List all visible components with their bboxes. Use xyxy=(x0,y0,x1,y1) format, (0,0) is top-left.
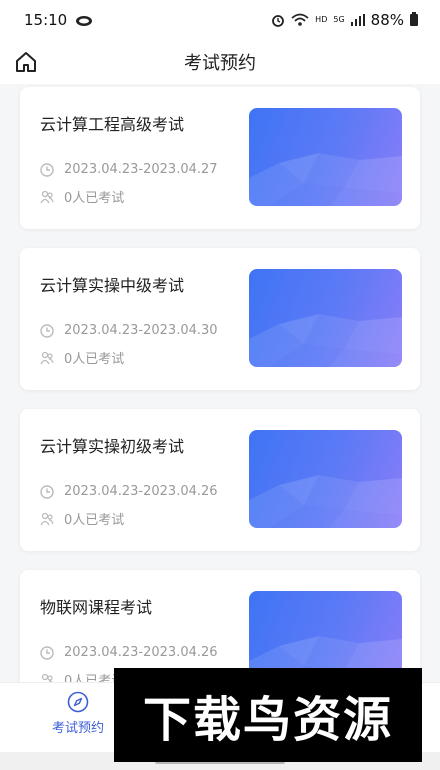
exam-date-row: 2023.04.23-2023.04.27 xyxy=(40,162,218,177)
5g-label: 5G xyxy=(333,15,345,24)
exam-date-range: 2023.04.23-2023.04.26 xyxy=(64,484,218,499)
status-right: HD 5G 88% xyxy=(271,11,418,29)
exam-title: 物联网课程考试 xyxy=(40,598,153,617)
users-icon xyxy=(40,351,54,364)
exam-thumbnail xyxy=(249,108,402,206)
exam-date-row: 2023.04.23-2023.04.30 xyxy=(40,323,218,338)
exam-count-row: 0人已考试 xyxy=(40,348,124,367)
hd-label: HD xyxy=(315,15,328,24)
exam-title: 云计算工程高级考试 xyxy=(40,115,185,134)
wifi-icon xyxy=(291,13,309,26)
exam-count-row: 0人已考试 xyxy=(40,670,124,682)
clock-icon xyxy=(40,484,54,499)
page-title: 考试预约 xyxy=(184,53,256,74)
exam-count: 0人已考试 xyxy=(64,352,125,367)
exam-thumbnail xyxy=(249,430,402,528)
exam-card[interactable]: 云计算实操初级考试 2023.04.23-2023.04.26 0人已考试 xyxy=(20,409,420,551)
exam-count-row: 0人已考试 xyxy=(40,187,124,206)
watermark-text: 下载鸟资源 xyxy=(142,692,393,748)
clock-icon xyxy=(40,162,54,177)
alarm-icon xyxy=(272,15,285,27)
tab-label: 考试预约 xyxy=(51,721,104,736)
header: 考试预约 xyxy=(0,40,440,84)
exam-card[interactable]: 云计算工程高级考试 2023.04.23-2023.04.27 0人已考试 xyxy=(20,87,420,229)
clock-icon xyxy=(40,645,54,660)
users-icon xyxy=(40,512,54,525)
exam-count: 0人已考试 xyxy=(64,191,125,206)
home-icon[interactable] xyxy=(14,50,38,74)
cloud-icon xyxy=(76,16,93,26)
battery-icon xyxy=(410,12,418,26)
exam-date-range: 2023.04.23-2023.04.27 xyxy=(64,162,218,177)
polygon-pattern-icon xyxy=(249,475,402,528)
polygon-pattern-icon xyxy=(249,153,402,206)
exam-card[interactable]: 物联网课程考试 2023.04.23-2023.04.26 0人已考试 xyxy=(20,570,420,682)
signal-icon xyxy=(350,14,365,26)
exam-date-range: 2023.04.23-2023.04.30 xyxy=(64,323,218,338)
status-left: 15:10 xyxy=(24,11,93,29)
exam-title: 云计算实操中级考试 xyxy=(40,276,185,295)
watermark-banner: 下载鸟资源 xyxy=(114,668,422,762)
exam-date-row: 2023.04.23-2023.04.26 xyxy=(40,645,218,660)
exam-count-row: 0人已考试 xyxy=(40,509,124,528)
battery-percent: 88% xyxy=(370,11,404,29)
exam-date-row: 2023.04.23-2023.04.26 xyxy=(40,484,218,499)
users-icon xyxy=(41,673,53,682)
exam-date-range: 2023.04.23-2023.04.26 xyxy=(64,645,218,660)
status-bar: 15:10 HD 5G 88% xyxy=(0,0,440,40)
clock-icon xyxy=(40,323,54,338)
status-time: 15:10 xyxy=(24,11,68,29)
users-icon xyxy=(40,190,54,203)
exam-count: 0人已考试 xyxy=(64,513,125,528)
exam-card[interactable]: 云计算实操中级考试 2023.04.23-2023.04.30 0人已考试 xyxy=(20,248,420,390)
polygon-pattern-icon xyxy=(249,314,402,367)
compass-icon xyxy=(67,691,89,713)
exam-list[interactable]: 云计算工程高级考试 2023.04.23-2023.04.27 0人已考试 云计… xyxy=(0,84,440,682)
tab-exam-booking[interactable]: 考试预约 xyxy=(40,691,116,745)
exam-title: 云计算实操初级考试 xyxy=(40,437,185,456)
exam-thumbnail xyxy=(249,269,402,367)
